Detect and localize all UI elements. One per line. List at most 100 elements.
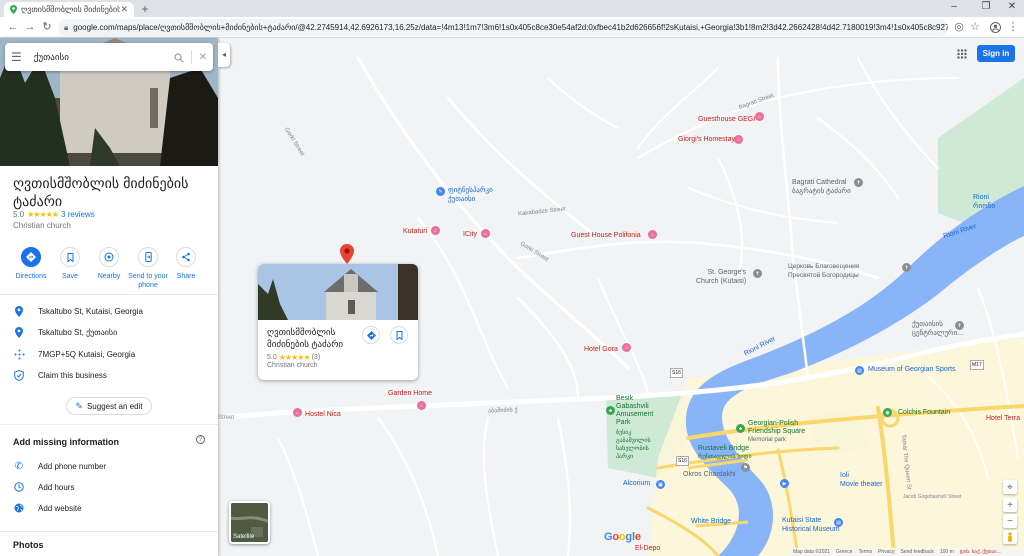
poi-school[interactable]: ფიტნესპარკი ქუთაისი [448, 186, 493, 204]
address-bar[interactable]: 🔒︎ google.com/maps/place/ღვთისმშობლის+მი… [58, 19, 948, 36]
close-window-icon[interactable]: ✕ [1002, 1, 1022, 12]
church-pin-icon[interactable]: ✝ [902, 263, 911, 272]
reviews-link[interactable]: 3 reviews [61, 210, 95, 219]
share-button[interactable]: Share [166, 245, 206, 281]
clear-search-icon[interactable]: ✕ [199, 52, 207, 63]
account-icon[interactable] [988, 20, 1002, 34]
poi-hotel-gora[interactable]: Hotel Gora [584, 346, 618, 354]
shop-pin-icon[interactable]: ▣ [656, 480, 665, 489]
new-tab-button[interactable]: + [139, 2, 151, 16]
hotel-pin-icon[interactable]: ⌂ [417, 401, 426, 410]
poi-colchis[interactable]: Colchis Fountain [898, 409, 950, 417]
minimize-icon[interactable]: – [944, 1, 964, 12]
map-canvas[interactable]: S16 S16 M17 ⌂ Guesthouse GEGI ⌂ Giorgi's… [218, 38, 1024, 556]
maps-favicon-icon [10, 5, 17, 15]
park-pin-icon[interactable]: ♣ [606, 406, 615, 415]
tab-close-icon[interactable]: ✕ [120, 4, 128, 15]
hotel-pin-icon[interactable]: ⌂ [622, 343, 631, 352]
add-hours-row[interactable]: Add hours [0, 477, 218, 497]
search-input[interactable]: ქუთაისი [34, 52, 174, 63]
add-website-row[interactable]: Add website [0, 498, 218, 518]
save-button[interactable]: Save [50, 245, 90, 281]
cinema-pin-icon[interactable]: ▶ [780, 479, 789, 488]
poi-guesthouse-gegi[interactable]: Guesthouse GEGI [698, 116, 755, 124]
back-icon[interactable]: ← [6, 20, 20, 34]
poi-bagrati[interactable]: Bagrati Cathedral ბაგრატის ტაძარი [792, 178, 851, 196]
park-pin-icon[interactable]: ♣ [736, 424, 745, 433]
privacy-link[interactable]: Privacy [878, 549, 894, 555]
address-local-row[interactable]: Tskaltubo St, ქუთაისი [0, 322, 218, 342]
museum-pin-icon[interactable]: ▤ [855, 366, 864, 375]
poi-garden-home[interactable]: Garden Home [388, 390, 432, 398]
hotel-pin-icon[interactable]: ⌂ [755, 112, 764, 121]
poi-el-depo[interactable]: El-Depo [635, 545, 660, 553]
terms-link[interactable]: Terms [858, 549, 872, 555]
pegman-icon[interactable] [1003, 530, 1017, 544]
poi-kutaisi-state[interactable]: Kutaisi State Historical Museum [782, 516, 840, 534]
my-location-icon[interactable]: ⌖ [1003, 480, 1017, 494]
forward-icon[interactable]: → [23, 20, 37, 34]
poi-alcorium[interactable]: Alcorium [623, 480, 650, 488]
poi-icity[interactable]: ICity [463, 231, 477, 239]
search-icon[interactable] [174, 50, 184, 64]
scale-text[interactable]: 100 m [940, 549, 954, 555]
restaurant-pin-icon[interactable]: ⚑ [741, 463, 750, 472]
hotel-pin-icon[interactable]: ⌂ [734, 135, 743, 144]
poi-tserkov[interactable]: Церковь Благовещения Пресвятой Богородицы [788, 262, 859, 280]
send-feedback-link[interactable]: Send feedback [900, 549, 933, 555]
street-label: Jacob Gogebashvili Street [903, 494, 962, 500]
poi-rustaveli-bridge: Rustaveli Bridge რუსთაველის ხიდი [698, 445, 752, 460]
landmark-pin-icon[interactable]: ◉ [883, 408, 892, 417]
bookmark-star-icon[interactable]: ☆ [968, 20, 982, 34]
country-text[interactable]: Greece [836, 549, 852, 555]
help-icon[interactable]: ? [196, 435, 205, 444]
google-apps-icon[interactable] [957, 48, 967, 62]
collapse-panel-button[interactable]: ◂ [218, 43, 230, 67]
poi-museum-sports[interactable]: Museum of Georgian Sports [868, 365, 956, 374]
hotel-pin-icon[interactable]: ⌂ [431, 226, 440, 235]
suggest-edit-button[interactable]: ✎ Suggest an edit [66, 397, 152, 415]
browser-menu-icon[interactable]: ⋮ [1006, 20, 1020, 34]
poi-kutaisi-ka[interactable]: ქუთაისის ცენტრალური... [912, 320, 963, 338]
search-box[interactable]: ☰ ქუთაისი ✕ [5, 43, 213, 71]
selected-place-pin-icon[interactable] [340, 244, 354, 267]
reload-icon[interactable]: ↻ [40, 20, 54, 34]
hotel-pin-icon[interactable]: ⌂ [648, 230, 657, 239]
hotel-pin-icon[interactable]: ⌂ [293, 408, 302, 417]
poi-kutaturi[interactable]: Kutaturi [403, 228, 427, 236]
poi-besik-park[interactable]: Besik Gabashvili Amusement Park [616, 395, 653, 427]
location-icon[interactable]: ◎ [952, 20, 966, 34]
map-controls: ⌖ + − [1003, 480, 1017, 546]
zoom-in-button[interactable]: + [1003, 498, 1017, 512]
card-directions-button[interactable] [362, 326, 380, 344]
globe-icon [14, 503, 24, 513]
hamburger-menu-icon[interactable]: ☰ [11, 50, 22, 64]
nearby-button[interactable]: Nearby [89, 245, 129, 281]
poi-giorgis-homestay[interactable]: Giorgi's Homestay [678, 136, 735, 144]
place-category[interactable]: Christian church [13, 221, 71, 230]
send-to-phone-button[interactable]: Send to your phone [128, 245, 168, 290]
hotel-pin-icon[interactable]: ⌂ [481, 229, 490, 238]
claim-business-row[interactable]: Claim this business [0, 365, 218, 385]
school-pin-icon[interactable]: ✎ [436, 187, 445, 196]
poi-hostel-nica[interactable]: Hostel Nica [305, 411, 341, 419]
church-pin-icon[interactable]: ✝ [753, 269, 762, 278]
add-phone-row[interactable]: ✆ Add phone number [0, 456, 218, 476]
zoom-out-button[interactable]: − [1003, 514, 1017, 528]
plus-code-row[interactable]: 7MGP+5Q Kutaisi, Georgia [0, 344, 218, 364]
address-row[interactable]: Tskaltubo St, Kutaisi, Georgia [0, 301, 218, 321]
browser-tab[interactable]: ღვთისმშობლის მიძინების ტ ✕ [4, 2, 134, 17]
church-pin-icon[interactable]: ✝ [854, 178, 863, 187]
sign-in-button[interactable]: Sign in [977, 45, 1015, 62]
place-info-card[interactable]: ღვთისმშობლის მიძინების ტაძარი 5.0 ★★★★★ … [258, 264, 418, 380]
poi-georgian-polish[interactable]: Georgian-Polish Friendship Square Memorial… [748, 420, 805, 444]
card-save-button[interactable] [390, 326, 408, 344]
clock-icon [14, 482, 24, 492]
poi-st-george[interactable]: St. George's Church (Kutaisi) [696, 268, 746, 286]
restore-icon[interactable]: ❐ [976, 1, 996, 12]
directions-button[interactable]: Directions [11, 245, 51, 281]
poi-ioli[interactable]: Ioli Movie theater [840, 471, 882, 489]
poi-hotel-terra[interactable]: Hotel Terra [986, 415, 1020, 423]
poi-guesthouse-polifonia[interactable]: Guest House Polifonia [571, 232, 641, 240]
satellite-layer-toggle[interactable]: Satellite [229, 501, 270, 544]
